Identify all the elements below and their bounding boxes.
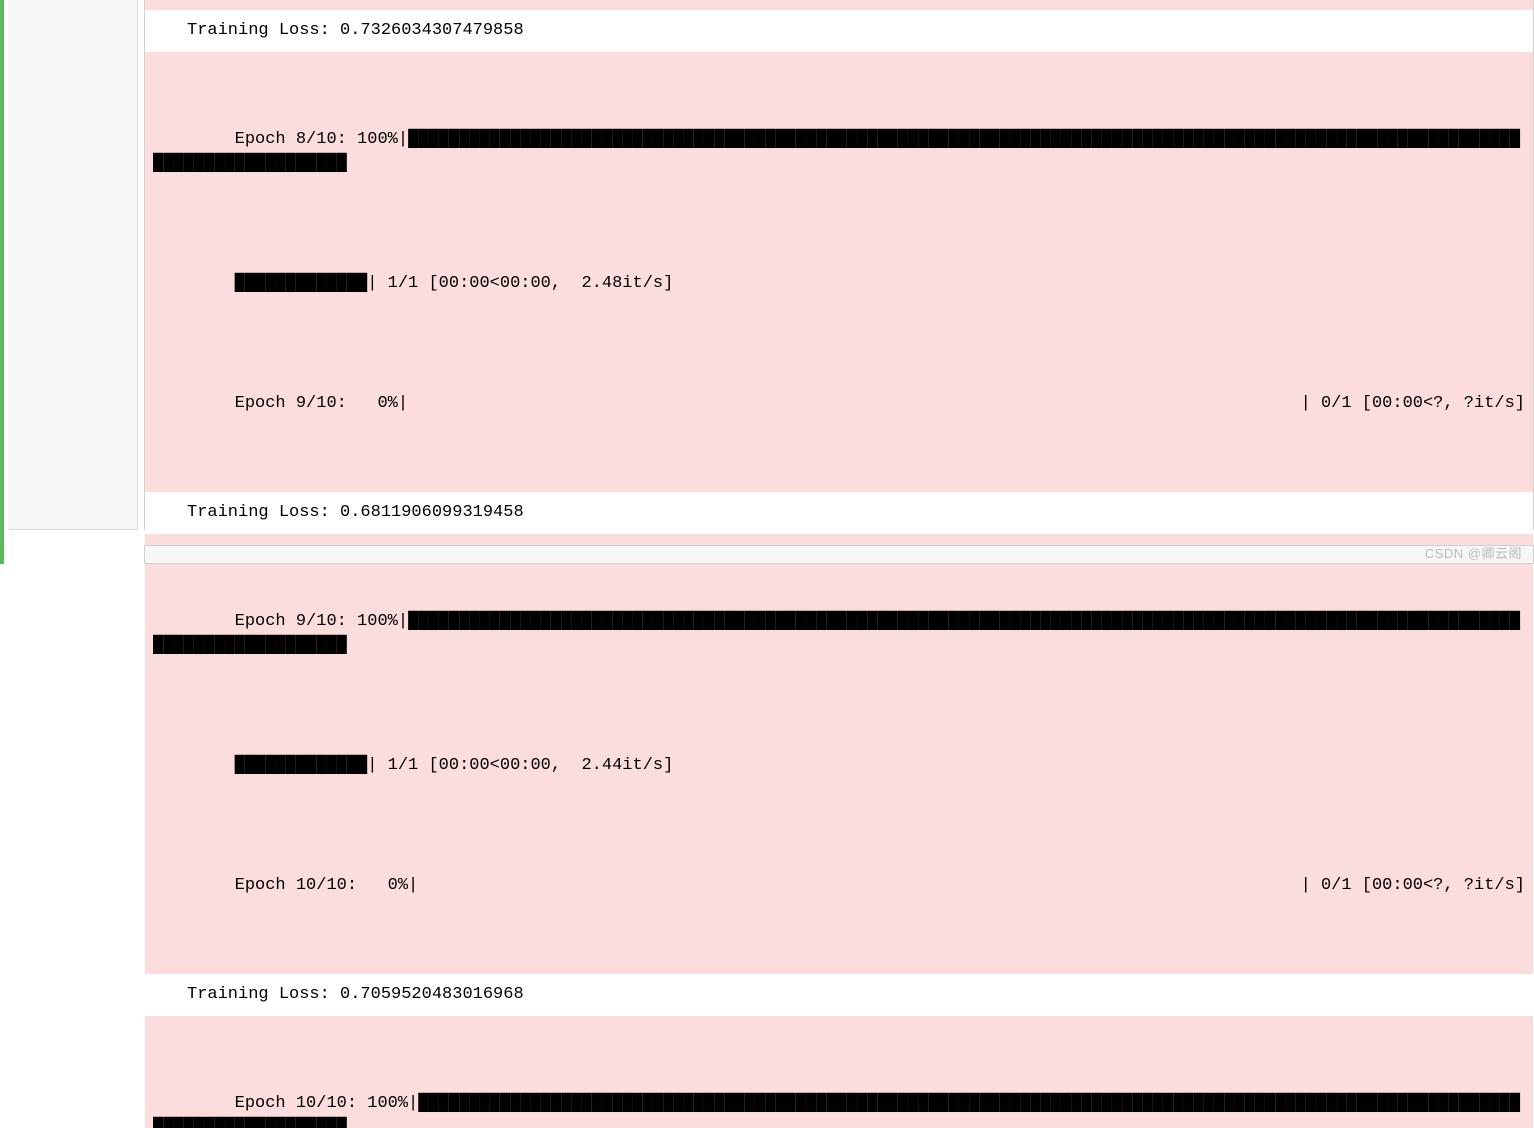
progress-prefix: Epoch 9/10: 0%| — [235, 394, 408, 413]
stderr-block-epoch9: Epoch 9/10: 100%|███████████████████████… — [145, 534, 1533, 974]
progress-prefix: Epoch 8/10: 100%| — [235, 130, 408, 149]
progress-bar-icon: █████████████ — [235, 274, 368, 293]
progress-stats: | 1/1 [00:00<00:00, 2.44it/s] — [367, 756, 673, 775]
progress-stats: | 0/1 [00:00<?, ?it/s] — [1301, 874, 1525, 898]
progress-bar-icon: █████████████ — [235, 756, 368, 775]
cell-prompt-gutter — [8, 0, 138, 530]
stdout-block: Training Loss: 0.6811906099319458 — [145, 492, 1533, 534]
training-loss-line: Training Loss: 0.7059520483016968 — [187, 985, 524, 1004]
stderr-block-top-sliver — [145, 0, 1533, 10]
training-loss-line: Training Loss: 0.6811906099319458 — [187, 503, 524, 522]
stderr-block-epoch8: Epoch 8/10: 100%|███████████████████████… — [145, 52, 1533, 492]
progress-prefix: Epoch 10/10: 0%| — [235, 876, 419, 895]
stderr-block-epoch10: Epoch 10/10: 100%|██████████████████████… — [145, 1016, 1533, 1128]
progress-prefix: Epoch 10/10: 100%| — [235, 1094, 419, 1113]
training-loss-line: Training Loss: 0.7326034307479858 — [187, 21, 524, 40]
output-content: Training Loss: 0.7326034307479858 Epoch … — [144, 0, 1534, 530]
next-cell-input[interactable] — [144, 545, 1534, 564]
stdout-block: Training Loss: 0.7059520483016968 — [145, 974, 1533, 1016]
stdout-block: Training Loss: 0.7326034307479858 — [145, 10, 1533, 52]
watermark-text: CSDN @卿云阁 — [1425, 543, 1522, 562]
progress-stats: | 1/1 [00:00<00:00, 2.48it/s] — [367, 274, 673, 293]
progress-stats: | 0/1 [00:00<?, ?it/s] — [1301, 392, 1525, 416]
progress-prefix: Epoch 9/10: 100%| — [235, 612, 408, 631]
notebook-output-wrap: Training Loss: 0.7326034307479858 Epoch … — [0, 0, 1534, 564]
